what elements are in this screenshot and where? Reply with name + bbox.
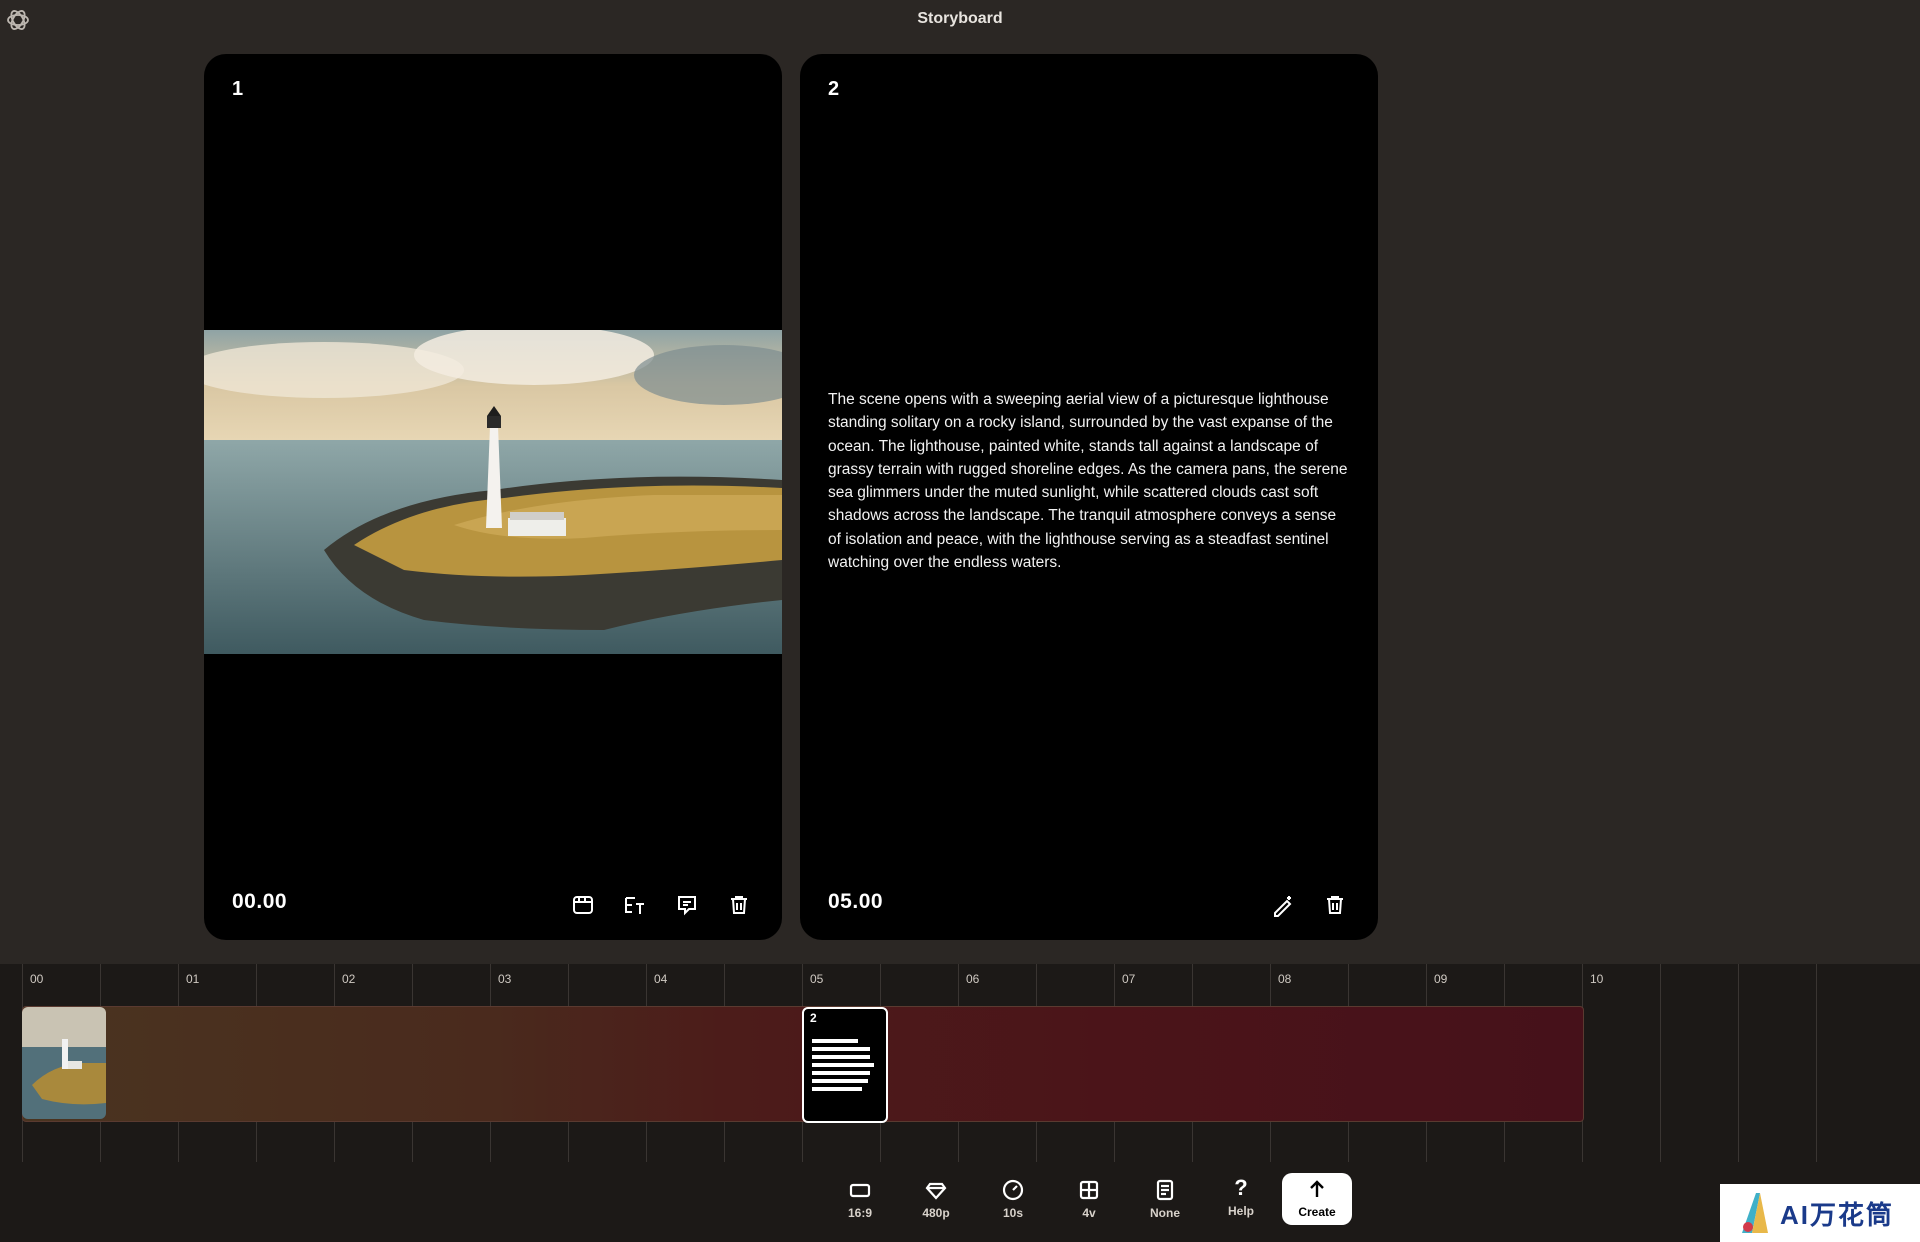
help-label: Help bbox=[1227, 1204, 1254, 1218]
resolution-diamond-icon bbox=[925, 1182, 947, 1200]
text-style-icon[interactable] bbox=[622, 892, 648, 918]
lighthouse-thumbnail bbox=[22, 1007, 106, 1119]
aspect-ratio-label: 16:9 bbox=[847, 1206, 873, 1220]
watermark-icon bbox=[1742, 1193, 1768, 1233]
scene-card-2[interactable]: 2 The scene opens with a sweeping aerial… bbox=[800, 54, 1378, 940]
tick-label: 01 bbox=[186, 972, 200, 986]
scene-number: 1 bbox=[232, 78, 244, 100]
tick-label: 07 bbox=[1122, 972, 1136, 986]
resolution-button[interactable]: 480p bbox=[906, 1174, 966, 1224]
magic-edit-icon[interactable] bbox=[1270, 892, 1296, 918]
text-lines-icon bbox=[812, 1039, 874, 1095]
watermark-logo: AI万花筒 bbox=[1720, 1184, 1920, 1242]
create-label: Create bbox=[1298, 1205, 1336, 1219]
timeline[interactable]: 00 01 02 03 04 05 06 07 08 09 10 2 bbox=[0, 964, 1920, 1164]
tick-label: 08 bbox=[1278, 972, 1292, 986]
variations-label: 4v bbox=[1082, 1206, 1096, 1220]
trash-icon[interactable] bbox=[1322, 892, 1348, 918]
scene-timestamp: 05.00 bbox=[828, 890, 884, 913]
create-button[interactable]: Create bbox=[1282, 1173, 1352, 1225]
tick-label: 04 bbox=[654, 972, 668, 986]
tick-label: 06 bbox=[966, 972, 980, 986]
tick-label: 09 bbox=[1434, 972, 1448, 986]
timeline-clip-2[interactable]: 2 bbox=[802, 1007, 888, 1123]
aspect-ratio-icon bbox=[849, 1183, 871, 1198]
scene-actions bbox=[570, 892, 752, 918]
watermark-text: AI万花筒 bbox=[1780, 1199, 1895, 1230]
timeline-ruler[interactable]: 00 01 02 03 04 05 06 07 08 09 10 bbox=[0, 964, 1920, 1002]
help-icon: ? bbox=[1234, 1175, 1248, 1200]
help-button[interactable]: ? Help bbox=[1211, 1174, 1271, 1224]
tick-label: 03 bbox=[498, 972, 512, 986]
preset-label: None bbox=[1150, 1206, 1180, 1220]
lighthouse-image bbox=[204, 330, 782, 654]
scene-actions bbox=[1270, 892, 1348, 918]
variations-button[interactable]: 4v bbox=[1059, 1174, 1119, 1224]
duration-clock-icon bbox=[1002, 1179, 1024, 1201]
duration-label: 10s bbox=[1002, 1206, 1024, 1220]
preset-document-icon bbox=[1156, 1179, 1174, 1201]
trash-icon[interactable] bbox=[726, 892, 752, 918]
tick-label: 02 bbox=[342, 972, 356, 986]
timeline-clip-1[interactable] bbox=[22, 1007, 106, 1119]
tick-label: 10 bbox=[1590, 972, 1604, 986]
caption-icon[interactable] bbox=[674, 892, 700, 918]
film-icon[interactable] bbox=[570, 892, 596, 918]
scene-prompt-text[interactable]: The scene opens with a sweeping aerial v… bbox=[828, 388, 1350, 574]
clip-number: 2 bbox=[810, 1011, 817, 1025]
resolution-label: 480p bbox=[922, 1206, 950, 1220]
variations-grid-icon bbox=[1079, 1180, 1099, 1200]
tick-label: 05 bbox=[810, 972, 824, 986]
arrow-up-icon bbox=[1310, 1180, 1324, 1197]
duration-button[interactable]: 10s bbox=[983, 1174, 1043, 1224]
aspect-ratio-button[interactable]: 16:9 bbox=[830, 1174, 890, 1224]
scene-number: 2 bbox=[828, 78, 840, 100]
scene-card-1[interactable]: 1 00.00 bbox=[204, 54, 782, 940]
preset-button[interactable]: None bbox=[1135, 1174, 1195, 1224]
scene-timestamp: 00.00 bbox=[232, 890, 288, 913]
page-title: Storyboard bbox=[917, 10, 1003, 27]
bottom-toolbar: 16:9 480p 10s 4v None ? Help Create bbox=[0, 1164, 1920, 1242]
tick-label: 00 bbox=[30, 972, 44, 986]
